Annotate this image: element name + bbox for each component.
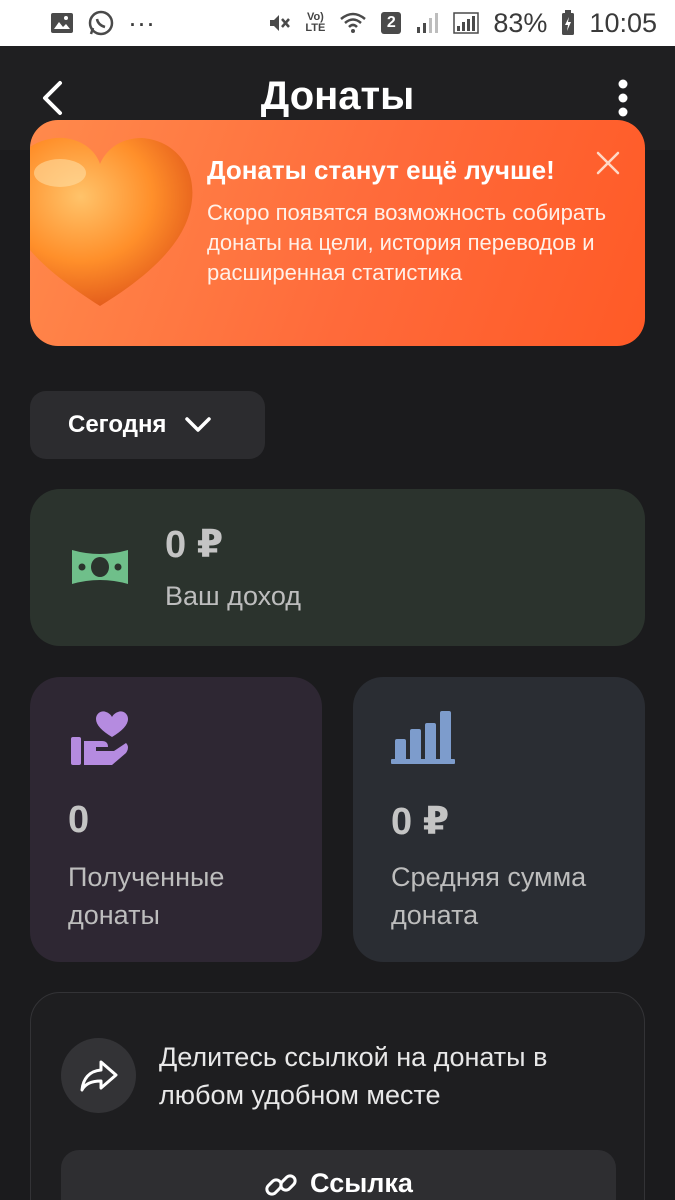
volte-icon: Vo) LTE	[305, 11, 326, 34]
average-donation-card: 0 ₽ Средняя сумма доната	[353, 677, 645, 962]
heart-icon	[30, 137, 193, 306]
income-label: Ваш доход	[165, 581, 302, 611]
promo-text: Скоро появятся возможность собирать дона…	[207, 200, 607, 285]
mute-icon	[267, 11, 291, 35]
average-donation-label: Средняя сумма доната	[391, 862, 587, 930]
share-text: Делитесь ссылкой на донаты в любом удобн…	[159, 1042, 548, 1110]
average-donation-value: 0 ₽	[391, 801, 450, 843]
status-bar-left: ···	[50, 8, 155, 39]
whatsapp-icon	[88, 10, 114, 36]
gallery-icon	[50, 12, 74, 34]
signal-icon-1	[415, 12, 439, 34]
more-notifications-icon: ···	[128, 7, 155, 38]
chevron-down-icon	[185, 417, 212, 432]
promo-close-button[interactable]	[593, 148, 623, 178]
period-selector[interactable]: Сегодня	[30, 391, 265, 459]
link-button-label: Ссылка	[310, 1168, 413, 1198]
copy-link-button[interactable]: Ссылка	[61, 1150, 616, 1200]
close-icon	[596, 151, 620, 175]
promo-title: Донаты станут ещё лучше!	[207, 155, 555, 185]
received-donations-card: 0 Полученные донаты	[30, 677, 322, 962]
battery-icon	[561, 10, 575, 36]
received-donations-value: 0	[68, 799, 90, 841]
promo-banner[interactable]: Донаты станут ещё лучше! Скоро появятся …	[30, 120, 645, 346]
clock: 10:05	[589, 7, 657, 38]
bar-chart-icon	[391, 711, 455, 764]
more-menu-button[interactable]	[603, 76, 643, 120]
received-donations-label: Полученные донаты	[68, 862, 225, 930]
income-card: 0 ₽ Ваш доход	[30, 489, 645, 646]
period-label: Сегодня	[68, 411, 167, 438]
link-icon	[265, 1174, 297, 1196]
status-bar: ··· Vo) LTE 2 83% 10:05	[0, 0, 675, 46]
sim-badge: 2	[381, 12, 402, 34]
share-arrow-icon	[80, 1060, 117, 1091]
money-icon	[72, 550, 128, 584]
battery-percent: 83%	[493, 7, 548, 38]
share-card: Делитесь ссылкой на донаты в любом удобн…	[30, 992, 645, 1200]
wifi-icon	[339, 12, 367, 34]
status-bar-right: Vo) LTE 2 83% 10:05	[267, 8, 657, 39]
income-value: 0 ₽	[165, 524, 224, 566]
signal-icon-2	[453, 12, 480, 34]
page-title: Донаты	[260, 74, 415, 118]
more-vertical-icon	[618, 79, 628, 117]
share-icon-circle	[61, 1038, 136, 1113]
hand-heart-icon	[71, 711, 128, 765]
